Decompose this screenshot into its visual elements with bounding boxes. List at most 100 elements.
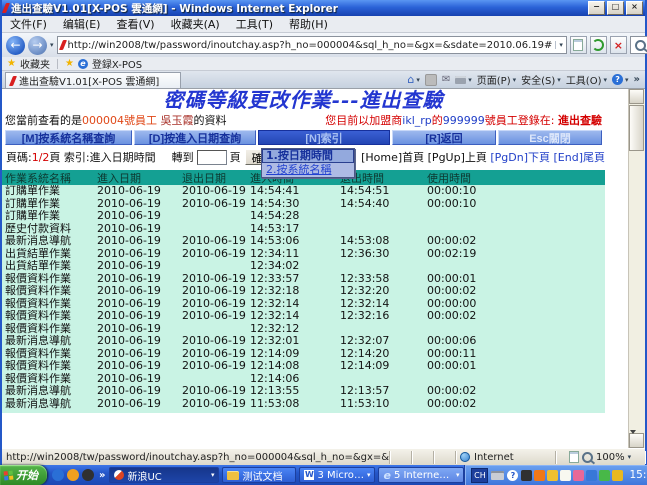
site-favicon	[58, 40, 66, 50]
tray-icon[interactable]	[573, 470, 584, 481]
tray-icon[interactable]	[547, 470, 558, 481]
tray-icon[interactable]	[599, 470, 610, 481]
nav-button[interactable]: [M]按系統名稱查詢	[5, 130, 132, 145]
goto-page-input[interactable]	[197, 150, 227, 165]
url-dropdown-icon[interactable]: ▾	[555, 41, 563, 49]
task-button-word-group[interactable]: W3 Microsoft Of...▾	[299, 467, 375, 483]
scroll-down-icon[interactable]	[629, 433, 644, 448]
menu-item[interactable]: 工具(T)	[228, 16, 281, 32]
index-menu-item-date[interactable]: 1.按日期時間	[262, 149, 354, 163]
table-row[interactable]: 報價資料作業 2010-06-19 12:14:06	[2, 373, 605, 386]
home-button[interactable]: ⌂▾	[407, 73, 420, 86]
table-row[interactable]: 報價資料作業 2010-06-19 2010-06-19 12:32:18 12…	[2, 285, 605, 298]
favorites-star-icon[interactable]: ★	[7, 58, 16, 69]
menu-item[interactable]: 文件(F)	[2, 16, 55, 32]
cell-entry-date: 2010-06-19	[94, 310, 179, 323]
back-icon[interactable]: ←	[6, 36, 25, 55]
table-row[interactable]: 最新消息導航 2010-06-19 2010-06-19 12:13:55 12…	[2, 385, 605, 398]
stop-button[interactable]: ×	[610, 36, 627, 54]
favorites-label[interactable]: 收藏夹	[20, 56, 50, 71]
quick-launch-chevron-icon[interactable]: »	[99, 470, 105, 481]
tray-icon[interactable]	[534, 470, 545, 481]
vertical-scrollbar[interactable]	[628, 89, 645, 448]
help-button[interactable]: ?▾	[612, 74, 629, 85]
table-row[interactable]: 報價資料作業 2010-06-19 2010-06-19 12:32:14 12…	[2, 298, 605, 311]
nav-button[interactable]: [N]索引	[258, 130, 390, 145]
cell-exit-date: 2010-06-19	[179, 198, 247, 211]
cell-exit-date	[179, 210, 247, 223]
tray-icon[interactable]	[521, 470, 532, 481]
cell-usage-time: 00:00:01	[424, 360, 605, 373]
table-row[interactable]: 報價資料作業 2010-06-19 2010-06-19 12:14:09 12…	[2, 348, 605, 361]
cell-exit-date: 2010-06-19	[179, 273, 247, 286]
cell-exit-time	[337, 373, 424, 386]
menu-item[interactable]: 帮助(H)	[281, 16, 336, 32]
help-tray-icon[interactable]: ?	[507, 470, 518, 481]
function-button-bar: [M]按系統名稱查詢[D]按進入日期查詢[N]索引[R]返回Esc關閉	[5, 130, 605, 145]
table-row[interactable]: 訂購單作業 2010-06-19 14:54:28	[2, 210, 605, 223]
table-row[interactable]: 最新消息導航 2010-06-19 2010-06-19 12:32:01 12…	[2, 335, 605, 348]
printer-tray-icon[interactable]	[491, 471, 504, 480]
table-row[interactable]: 出貨結單作業 2010-06-19 12:34:02	[2, 260, 605, 273]
input-method-indicator[interactable]: CH	[471, 468, 488, 483]
tray-icon[interactable]	[586, 470, 597, 481]
page-menu-button[interactable]: 页面(P)▾	[477, 72, 516, 87]
task-button-test-docs[interactable]: 测试文档	[222, 467, 296, 483]
table-row[interactable]: 出貨結單作業 2010-06-19 2010-06-19 12:34:11 12…	[2, 248, 605, 261]
feeds-button[interactable]	[425, 74, 437, 86]
quick-launch-icon[interactable]	[82, 469, 94, 481]
refresh-button[interactable]	[590, 36, 607, 54]
overflow-chevron-icon[interactable]: »	[634, 74, 640, 85]
menu-item[interactable]: 编辑(E)	[55, 16, 109, 32]
table-row[interactable]: 報價資料作業 2010-06-19 2010-06-19 12:33:57 12…	[2, 273, 605, 286]
table-row[interactable]: 報價資料作業 2010-06-19 2010-06-19 12:32:14 12…	[2, 310, 605, 323]
close-button[interactable]: ×	[626, 1, 643, 15]
favorite-link[interactable]: 登録X-POS	[92, 56, 142, 71]
viewing-info: 您當前查看的是000004號員工 吳玉霞的資料	[5, 112, 227, 128]
table-row[interactable]: 報價資料作業 2010-06-19 12:32:12	[2, 323, 605, 336]
key-hints-active[interactable]: [PgDn]下頁 [End]尾頁	[490, 151, 605, 164]
table-row[interactable]: 報價資料作業 2010-06-19 2010-06-19 12:14:08 12…	[2, 360, 605, 373]
start-button[interactable]: 开始	[0, 465, 47, 485]
read-mail-button[interactable]: ✉	[442, 74, 450, 85]
print-button[interactable]: ▾	[455, 76, 472, 84]
nav-button[interactable]: [R]返回	[392, 130, 496, 145]
cell-entry-time: 12:33:57	[247, 273, 337, 286]
search-input[interactable]: 百度	[630, 36, 647, 54]
nav-button[interactable]: [D]按進入日期查詢	[134, 130, 256, 145]
cell-entry-date: 2010-06-19	[94, 398, 179, 411]
title-bar[interactable]: 進出查驗V1.01[X-POS 雲通網] - Windows Internet …	[2, 0, 645, 16]
forward-icon[interactable]: →	[28, 36, 47, 55]
index-menu-item-system[interactable]: 2.按系統名稱	[262, 163, 354, 177]
quick-launch-icon[interactable]	[52, 469, 64, 481]
quick-launch-icon[interactable]	[67, 469, 79, 481]
table-row[interactable]: 訂購單作業 2010-06-19 2010-06-19 14:54:41 14:…	[2, 185, 605, 198]
table-row[interactable]: 最新消息導航 2010-06-19 2010-06-19 14:53:06 14…	[2, 235, 605, 248]
cell-entry-time: 12:14:09	[247, 348, 337, 361]
menu-item[interactable]: 查看(V)	[108, 16, 162, 32]
table-header-cell: 進入日期	[94, 170, 179, 186]
task-button-ie-group[interactable]: e5 Internet Exp...▾	[378, 467, 464, 483]
table-row[interactable]: 歷史付款資料 2010-06-19 14:53:17	[2, 223, 605, 236]
zoom-control[interactable]: 100%▾	[565, 451, 645, 464]
nav-button[interactable]: Esc關閉	[498, 130, 602, 145]
tools-menu-button[interactable]: 工具(O)▾	[566, 72, 607, 87]
tray-icon[interactable]	[612, 470, 623, 481]
maximize-button[interactable]: □	[607, 1, 624, 15]
minimize-button[interactable]: −	[588, 1, 605, 15]
table-row[interactable]: 最新消息導航 2010-06-19 2010-06-19 11:53:08 11…	[2, 398, 605, 411]
url-field[interactable]: http://win2008/tw/password/inoutchay.asp…	[57, 36, 567, 54]
table-row[interactable]: 訂購單作業 2010-06-19 2010-06-19 14:54:30 14:…	[2, 198, 605, 211]
feed-icon	[425, 74, 437, 86]
menu-item[interactable]: 收藏夹(A)	[163, 16, 228, 32]
tray-icon[interactable]	[560, 470, 571, 481]
cell-entry-time: 14:53:06	[247, 235, 337, 248]
task-button-sina-uc[interactable]: 新浪UC▾	[109, 467, 219, 483]
history-dropdown-icon[interactable]: ▾	[50, 41, 54, 49]
scrollbar-thumb[interactable]	[629, 105, 644, 151]
safety-menu-button[interactable]: 安全(S)▾	[521, 72, 561, 87]
tab-current[interactable]: 進出查驗V1.01[X-POS 雲通網]	[5, 72, 181, 88]
compatibility-view-button[interactable]	[570, 36, 587, 54]
url-text[interactable]: http://win2008/tw/password/inoutchay.asp…	[68, 40, 553, 51]
scroll-up-icon[interactable]	[629, 89, 644, 104]
